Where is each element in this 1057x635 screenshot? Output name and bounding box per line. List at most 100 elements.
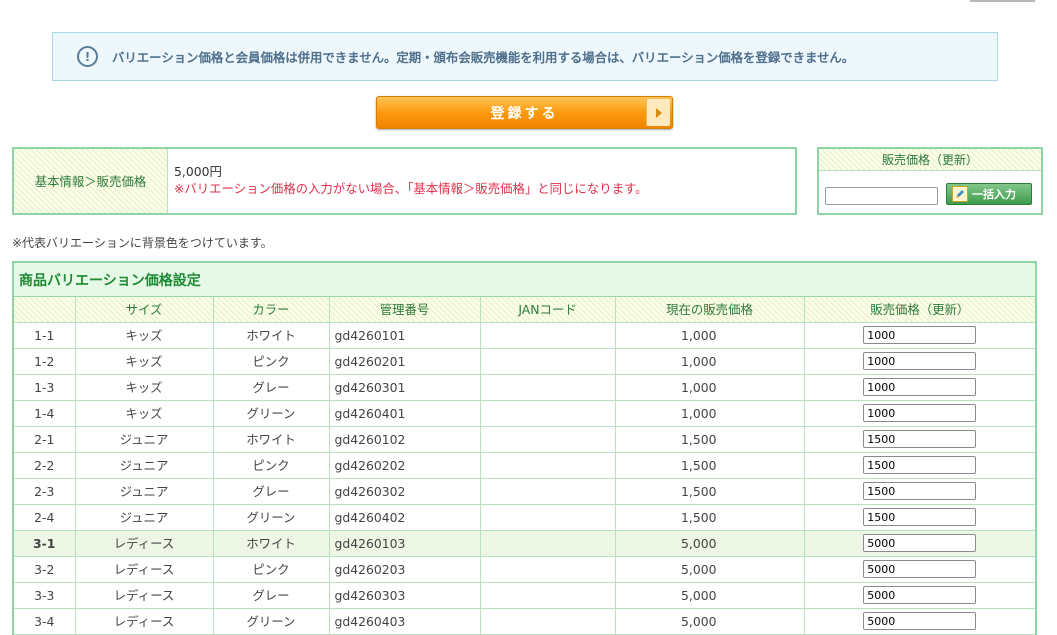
row-number: 1-3 <box>14 374 75 401</box>
table-header-row: サイズ カラー 管理番号 JANコード 現在の販売価格 販売価格（更新） <box>14 297 1035 323</box>
base-price-value: 5,000円 <box>174 164 222 179</box>
row-size: キッズ <box>74 374 213 401</box>
row-new-price-cell <box>803 426 1035 453</box>
row-jan-code <box>479 400 615 427</box>
row-new-price-cell <box>803 478 1035 505</box>
row-current-price: 1,500 <box>614 426 804 453</box>
row-current-price: 1,500 <box>614 478 804 505</box>
row-number: 3-4 <box>14 608 75 635</box>
bulk-price-panel: 販売価格（更新） 一括入力 <box>817 147 1043 215</box>
new-price-input[interactable] <box>863 326 977 344</box>
row-new-price-cell <box>803 504 1035 531</box>
new-price-input[interactable] <box>863 404 977 422</box>
row-color: グリーン <box>212 608 329 635</box>
row-jan-code <box>479 556 615 583</box>
row-number: 1-4 <box>14 400 75 427</box>
new-price-input[interactable] <box>863 456 977 474</box>
row-size: キッズ <box>74 400 213 427</box>
row-color: ピンク <box>212 348 329 375</box>
table-row: 3-4 レディース グリーン gd4260403 5,000 <box>14 608 1035 635</box>
row-jan-code <box>479 582 615 609</box>
row-new-price-cell <box>803 582 1035 609</box>
table-row: 2-2 ジュニア ピンク gd4260202 1,500 <box>14 452 1035 479</box>
row-current-price: 5,000 <box>614 608 804 635</box>
top-edge-element <box>970 0 1035 2</box>
new-price-input[interactable] <box>863 508 977 526</box>
row-management-number: gd4260302 <box>328 478 480 505</box>
row-color: ホワイト <box>212 426 329 453</box>
row-management-number: gd4260201 <box>328 348 480 375</box>
header-jan-code: JANコード <box>479 297 615 323</box>
header-management-number: 管理番号 <box>328 297 480 323</box>
new-price-input[interactable] <box>863 482 977 500</box>
row-new-price-cell <box>803 374 1035 401</box>
row-size: ジュニア <box>74 452 213 479</box>
row-size: レディース <box>74 556 213 583</box>
table-row: 2-1 ジュニア ホワイト gd4260102 1,500 <box>14 426 1035 453</box>
row-jan-code <box>479 348 615 375</box>
bulk-price-header: 販売価格（更新） <box>819 149 1041 171</box>
bulk-price-input[interactable] <box>825 187 938 205</box>
row-management-number: gd4260203 <box>328 556 480 583</box>
row-number: 2-1 <box>14 426 75 453</box>
header-number <box>14 297 75 323</box>
row-jan-code <box>479 530 615 557</box>
row-size: レディース <box>74 582 213 609</box>
row-color: グレー <box>212 478 329 505</box>
row-color: ホワイト <box>212 322 329 349</box>
row-management-number: gd4260103 <box>328 530 480 557</box>
row-color: グレー <box>212 582 329 609</box>
row-current-price: 1,000 <box>614 400 804 427</box>
row-color: グレー <box>212 374 329 401</box>
row-management-number: gd4260303 <box>328 582 480 609</box>
row-size: ジュニア <box>74 504 213 531</box>
base-price-label: 基本情報＞販売価格 <box>14 149 168 213</box>
row-jan-code <box>479 478 615 505</box>
row-color: グリーン <box>212 504 329 531</box>
row-jan-code <box>479 504 615 531</box>
row-color: ホワイト <box>212 530 329 557</box>
table-row: 1-3 キッズ グレー gd4260301 1,000 <box>14 374 1035 401</box>
row-new-price-cell <box>803 400 1035 427</box>
bulk-input-button-label: 一括入力 <box>972 188 1016 201</box>
new-price-input[interactable] <box>863 612 977 630</box>
table-row: 3-2 レディース ピンク gd4260203 5,000 <box>14 556 1035 583</box>
row-current-price: 1,000 <box>614 374 804 401</box>
register-button[interactable]: 登録する <box>376 96 673 129</box>
row-new-price-cell <box>803 348 1035 375</box>
new-price-input[interactable] <box>863 430 977 448</box>
base-price-note: ※バリエーション価格の入力がない場合、「基本情報＞販売価格」と同じになります。 <box>174 181 648 196</box>
row-management-number: gd4260403 <box>328 608 480 635</box>
row-new-price-cell <box>803 452 1035 479</box>
new-price-input[interactable] <box>863 534 977 552</box>
new-price-input[interactable] <box>863 586 977 604</box>
row-color: ピンク <box>212 452 329 479</box>
row-management-number: gd4260401 <box>328 400 480 427</box>
table-row: 2-3 ジュニア グレー gd4260302 1,500 <box>14 478 1035 505</box>
new-price-input[interactable] <box>863 560 977 578</box>
row-jan-code <box>479 608 615 635</box>
row-color: グリーン <box>212 400 329 427</box>
table-row: 1-2 キッズ ピンク gd4260201 1,000 <box>14 348 1035 375</box>
row-size: レディース <box>74 530 213 557</box>
row-current-price: 1,500 <box>614 452 804 479</box>
header-new-price: 販売価格（更新） <box>803 297 1035 323</box>
new-price-input[interactable] <box>863 352 977 370</box>
row-jan-code <box>479 452 615 479</box>
row-management-number: gd4260402 <box>328 504 480 531</box>
row-current-price: 1,000 <box>614 322 804 349</box>
header-color: カラー <box>212 297 329 323</box>
row-management-number: gd4260102 <box>328 426 480 453</box>
header-size: サイズ <box>74 297 213 323</box>
variation-table-title: 商品バリエーション価格設定 <box>14 263 1035 297</box>
pencil-icon <box>952 186 968 202</box>
row-size: レディース <box>74 608 213 635</box>
variation-price-table: 商品バリエーション価格設定 サイズ カラー 管理番号 JANコード 現在の販売価… <box>12 261 1037 635</box>
row-number: 1-1 <box>14 322 75 349</box>
row-new-price-cell <box>803 530 1035 557</box>
bulk-input-button[interactable]: 一括入力 <box>946 183 1032 205</box>
new-price-input[interactable] <box>863 378 977 396</box>
row-management-number: gd4260202 <box>328 452 480 479</box>
table-row: 1-1 キッズ ホワイト gd4260101 1,000 <box>14 322 1035 349</box>
row-number: 1-2 <box>14 348 75 375</box>
